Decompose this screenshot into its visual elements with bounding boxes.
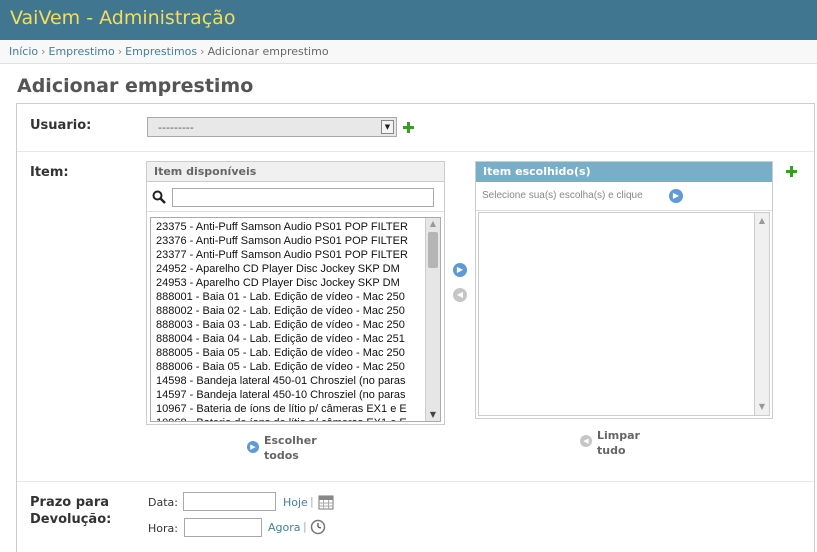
time-input[interactable]	[184, 518, 262, 537]
prazo-label: Prazo para Devolução:	[30, 494, 111, 528]
breadcrumb-separator: ›	[117, 45, 123, 58]
clear-all-line1: Limpar	[597, 429, 640, 442]
clear-all-link[interactable]: Limpar tudo	[597, 428, 640, 458]
row-divider	[17, 151, 814, 152]
clock-icon[interactable]	[310, 519, 326, 535]
filter-input[interactable]	[172, 188, 434, 207]
usuario-label: Usuario:	[30, 118, 92, 133]
header-bar: VaiVem - Administração	[0, 0, 817, 40]
available-option[interactable]: 888001 - Baia 01 - Lab. Edição de vídeo …	[151, 290, 426, 304]
move-left-icon[interactable]: ◀	[453, 288, 467, 302]
scroll-up-icon[interactable]: ▲	[755, 215, 769, 227]
chevron-down-icon[interactable]: ▼	[381, 120, 394, 134]
choose-all-link[interactable]: Escolher todos	[264, 433, 317, 463]
arrow-right-icon: ▶	[669, 189, 683, 203]
breadcrumb-app-link[interactable]: Emprestimo	[49, 45, 115, 58]
add-usuario-icon[interactable]	[403, 122, 414, 133]
page-title: Adicionar emprestimo	[17, 75, 254, 97]
available-option[interactable]: 10967 - Bateria de íons de lítio p/ câme…	[151, 402, 426, 416]
chosen-scrollbar[interactable]: ▲ ▼	[754, 213, 769, 415]
available-option[interactable]: 888004 - Baia 04 - Lab. Edição de vídeo …	[151, 332, 426, 346]
scroll-thumb[interactable]	[428, 232, 438, 268]
available-option[interactable]: 24953 - Aparelho CD Player Disc Jockey S…	[151, 276, 426, 290]
chosen-items-list[interactable]: ▲ ▼	[478, 212, 770, 416]
breadcrumb-separator: ›	[41, 45, 46, 58]
scroll-down-icon[interactable]: ▼	[426, 409, 440, 421]
chosen-help: Selecione sua(s) escolha(s) e clique ▶	[476, 183, 772, 211]
item-label: Item:	[30, 165, 69, 180]
available-items-panel: Item disponíveis 23375 - Anti-Puff Samso…	[146, 161, 445, 425]
available-items-title: Item disponíveis	[147, 162, 444, 182]
now-link[interactable]: Agora	[268, 521, 301, 534]
prazo-label-line1: Prazo para	[30, 495, 109, 510]
available-option[interactable]: 888002 - Baia 02 - Lab. Edição de vídeo …	[151, 304, 426, 318]
date-label: Data:	[148, 496, 178, 509]
choose-all-icon[interactable]: ▶	[247, 441, 259, 453]
chosen-help-text: Selecione sua(s) escolha(s) e clique	[482, 190, 643, 201]
breadcrumb-separator: ›	[200, 45, 205, 58]
available-option[interactable]: 14597 - Bandeja lateral 450-10 Chrosziel…	[151, 388, 426, 402]
link-divider: |	[303, 520, 307, 533]
filter-bar	[147, 183, 444, 212]
clear-all-line2: tudo	[597, 444, 626, 457]
prazo-label-line2: Devolução:	[30, 512, 112, 527]
available-option[interactable]: 888005 - Baia 05 - Lab. Edição de vídeo …	[151, 346, 426, 360]
clear-all-icon[interactable]: ◀	[580, 435, 592, 447]
available-option[interactable]: 23376 - Anti-Puff Samson Audio PS01 POP …	[151, 234, 426, 248]
date-input[interactable]	[183, 492, 276, 511]
available-option[interactable]: 888003 - Baia 03 - Lab. Edição de vídeo …	[151, 318, 426, 332]
available-option[interactable]: 24952 - Aparelho CD Player Disc Jockey S…	[151, 262, 426, 276]
chosen-items-panel: Item escolhido(s) Selecione sua(s) escol…	[475, 161, 773, 419]
available-option[interactable]: 23377 - Anti-Puff Samson Audio PS01 POP …	[151, 248, 426, 262]
time-label: Hora:	[148, 522, 178, 535]
scroll-up-icon[interactable]: ▲	[426, 218, 440, 230]
link-divider: |	[310, 495, 314, 508]
breadcrumb: Início › Emprestimo › Emprestimos › Adicionar …	[0, 40, 817, 64]
calendar-icon[interactable]	[318, 494, 334, 510]
today-link[interactable]: Hoje	[283, 496, 308, 509]
usuario-select[interactable]: --------- ▼	[147, 117, 397, 137]
breadcrumb-model-link[interactable]: Emprestimos	[125, 45, 197, 58]
usuario-select-value: ---------	[158, 121, 194, 134]
available-scrollbar[interactable]: ▲ ▼	[425, 218, 440, 421]
choose-all-line2: todos	[264, 449, 299, 462]
available-option[interactable]: 23375 - Anti-Puff Samson Audio PS01 POP …	[151, 220, 426, 234]
add-item-icon[interactable]	[786, 166, 797, 177]
breadcrumb-home-link[interactable]: Início	[9, 45, 38, 58]
available-items-list[interactable]: 23375 - Anti-Puff Samson Audio PS01 POP …	[150, 217, 441, 422]
chosen-items-title: Item escolhido(s)	[476, 162, 772, 182]
choose-all-line1: Escolher	[264, 434, 317, 447]
available-option[interactable]: 888006 - Baia 05 - Lab. Edição de vídeo …	[151, 360, 426, 374]
move-right-icon[interactable]: ▶	[453, 263, 467, 277]
row-divider	[17, 481, 814, 482]
available-option[interactable]: 10968 - Bateria de íons de lítio p/ câme…	[151, 416, 426, 421]
search-icon	[152, 190, 166, 204]
site-title[interactable]: VaiVem - Administração	[10, 7, 235, 29]
available-option[interactable]: 14598 - Bandeja lateral 450-01 Chrosziel…	[151, 374, 426, 388]
scroll-down-icon[interactable]: ▼	[755, 401, 769, 413]
breadcrumb-current: Adicionar emprestimo	[207, 45, 329, 58]
